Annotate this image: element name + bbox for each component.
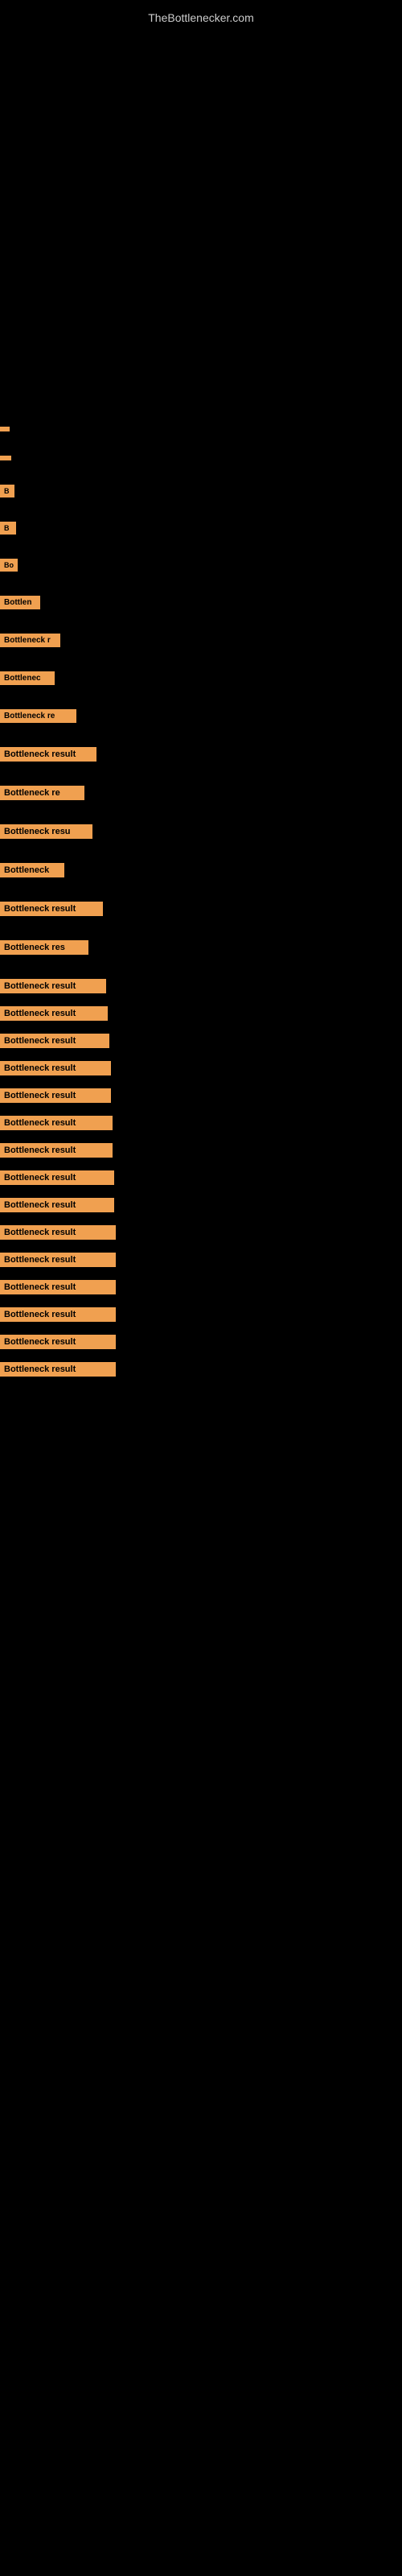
bottleneck-result-label: Bottleneck — [0, 863, 64, 877]
list-item: Bottleneck result — [0, 1088, 402, 1103]
bottleneck-result-label: B — [0, 522, 16, 535]
bottleneck-result-label: Bottleneck result — [0, 1362, 116, 1377]
bottleneck-result-label: Bottleneck result — [0, 1116, 113, 1130]
list-item: Bo — [0, 559, 402, 572]
bottleneck-result-label — [0, 456, 11, 460]
bottleneck-result-label — [0, 427, 10, 431]
list-item: Bottleneck result — [0, 747, 402, 762]
list-item: Bottleneck re — [0, 786, 402, 800]
bottleneck-result-label: Bottleneck res — [0, 940, 88, 955]
list-item: Bottleneck res — [0, 940, 402, 955]
list-item: Bottleneck result — [0, 1307, 402, 1322]
list-item: B — [0, 485, 402, 497]
list-item: Bottleneck result — [0, 1143, 402, 1158]
list-item: Bottleneck result — [0, 1335, 402, 1349]
list-item: Bottleneck result — [0, 1170, 402, 1185]
bottleneck-result-label: Bottleneck result — [0, 1335, 116, 1349]
bottleneck-result-label: Bottleneck re — [0, 786, 84, 800]
list-item: Bottleneck result — [0, 979, 402, 993]
list-item: Bottleneck result — [0, 1116, 402, 1130]
bottleneck-result-label: Bottlen — [0, 596, 40, 609]
bottleneck-result-label: Bottleneck result — [0, 979, 106, 993]
list-item: Bottlen — [0, 596, 402, 609]
bottleneck-result-label: Bottleneck result — [0, 1307, 116, 1322]
bottleneck-result-label: Bottleneck result — [0, 1225, 116, 1240]
list-item: Bottleneck r — [0, 634, 402, 647]
list-item: Bottleneck — [0, 863, 402, 877]
bottleneck-result-label: B — [0, 485, 14, 497]
list-item: Bottleneck result — [0, 1034, 402, 1048]
list-item: Bottleneck result — [0, 1253, 402, 1267]
list-item — [0, 427, 402, 431]
list-item: Bottleneck result — [0, 1362, 402, 1377]
bottleneck-result-label: Bottleneck result — [0, 1034, 109, 1048]
bottleneck-result-label: Bottleneck result — [0, 902, 103, 916]
list-item: B — [0, 522, 402, 535]
bottleneck-result-label: Bottleneck re — [0, 709, 76, 723]
list-item: Bottleneck result — [0, 1225, 402, 1240]
bottleneck-result-label: Bottleneck result — [0, 1061, 111, 1075]
bottleneck-result-label: Bottleneck result — [0, 1280, 116, 1294]
bottleneck-result-label: Bottleneck result — [0, 747, 96, 762]
bottleneck-result-label: Bottleneck result — [0, 1006, 108, 1021]
list-item: Bottleneck result — [0, 1198, 402, 1212]
bottleneck-result-label: Bottlenec — [0, 671, 55, 685]
bottleneck-items-container: B B Bo Bottlen Bottleneck r Bottlenec Bo… — [0, 427, 402, 1378]
bottleneck-result-label: Bottleneck r — [0, 634, 60, 647]
bottleneck-result-label: Bottleneck resu — [0, 824, 92, 839]
bottleneck-result-label: Bottleneck result — [0, 1198, 114, 1212]
list-item: Bottleneck re — [0, 709, 402, 723]
bottleneck-result-label: Bottleneck result — [0, 1143, 113, 1158]
list-item: Bottleneck result — [0, 1280, 402, 1294]
bottleneck-result-label: Bottleneck result — [0, 1088, 111, 1103]
list-item: Bottleneck result — [0, 1006, 402, 1021]
list-item: Bottleneck resu — [0, 824, 402, 839]
list-item: Bottleneck result — [0, 1061, 402, 1075]
bottleneck-result-label: Bottleneck result — [0, 1170, 114, 1185]
site-title: TheBottlenecker.com — [0, 5, 402, 31]
bottleneck-result-label: Bottleneck result — [0, 1253, 116, 1267]
list-item: Bottleneck result — [0, 902, 402, 916]
list-item: Bottlenec — [0, 671, 402, 685]
bottleneck-result-label: Bo — [0, 559, 18, 572]
list-item — [0, 456, 402, 460]
